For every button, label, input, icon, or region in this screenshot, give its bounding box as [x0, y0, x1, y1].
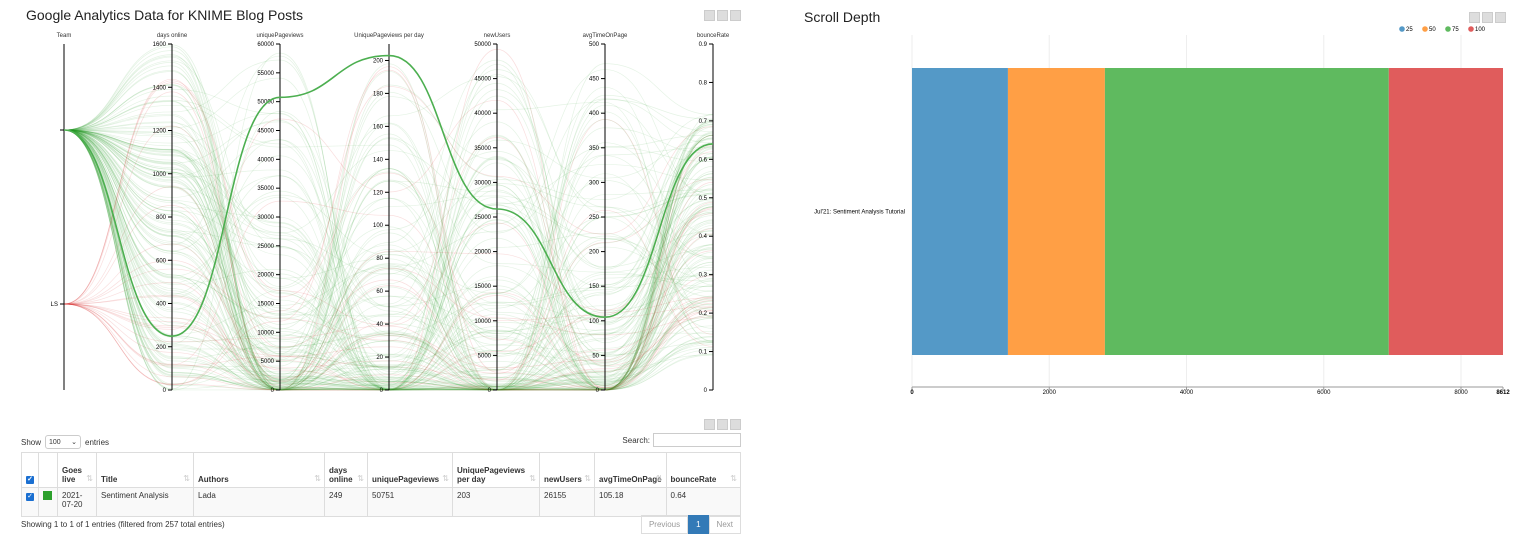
- bar-segment-25: [912, 68, 1008, 355]
- table-controls[interactable]: [704, 419, 741, 430]
- column-header[interactable]: bounceRate ⇅: [665, 452, 742, 488]
- legend-label: 100: [1475, 27, 1486, 33]
- column-header[interactable]: UniquePageviews per day ⇅: [452, 452, 540, 488]
- fullscreen-icon[interactable]: [717, 419, 728, 430]
- search-label: Search:: [622, 435, 650, 445]
- bar-segment-50: [1007, 68, 1105, 355]
- column-header[interactable]: Authors ⇅: [193, 452, 325, 488]
- checkbox-checked-icon[interactable]: ✓: [26, 476, 34, 484]
- x-tick-label: 6000: [1317, 390, 1331, 396]
- row-checkbox[interactable]: ✓: [21, 487, 39, 517]
- table-row[interactable]: ✓ 2021-07-20 Sentiment Analysis Lada 249…: [21, 487, 742, 517]
- bar-segment-75: [1104, 68, 1389, 355]
- legend-label: 50: [1429, 27, 1436, 33]
- bar-segment-100: [1388, 68, 1503, 355]
- column-header[interactable]: uniquePageviews ⇅: [367, 452, 453, 488]
- column-header[interactable]: days online ⇅: [324, 452, 368, 488]
- legend-label: 75: [1452, 27, 1459, 33]
- row-color: [38, 487, 58, 517]
- x-tick-label: 8612: [1496, 390, 1510, 396]
- legend-marker: [1399, 26, 1405, 32]
- entries-select[interactable]: 100 ⌄: [45, 435, 82, 449]
- legend-marker: [1422, 26, 1428, 32]
- cell: 249: [324, 487, 368, 517]
- page-1-button[interactable]: 1: [688, 515, 709, 534]
- column-header[interactable]: Title ⇅: [96, 452, 194, 488]
- cell: Sentiment Analysis: [96, 487, 194, 517]
- select-icon[interactable]: [704, 419, 715, 430]
- previous-button[interactable]: Previous: [640, 515, 689, 534]
- cell: 50751: [367, 487, 453, 517]
- x-tick-label: 2000: [1043, 390, 1057, 396]
- legend-label: 25: [1406, 27, 1413, 33]
- select-all-header[interactable]: ✓: [21, 452, 39, 488]
- chevron-down-icon: ⌄: [71, 439, 78, 446]
- x-tick-label: 4000: [1180, 390, 1194, 396]
- next-button[interactable]: Next: [708, 515, 741, 534]
- color-header: [38, 452, 58, 488]
- menu-icon[interactable]: [730, 419, 741, 430]
- pagination: Previous 1 Next: [640, 515, 741, 534]
- category-label: Jul'21: Sentiment Analysis Tutorial: [814, 210, 905, 216]
- table-header: ✓ Goes live ⇅ Title ⇅ Authors ⇅ days online…: [21, 452, 742, 488]
- cell: Lada: [193, 487, 325, 517]
- search-input[interactable]: [653, 433, 741, 447]
- cell: 0.64: [665, 487, 742, 517]
- table-info: Showing 1 to 1 of 1 entries (filtered fr…: [21, 520, 225, 529]
- column-header[interactable]: avgTimeOnPage ⇅: [594, 452, 667, 488]
- legend-marker: [1468, 26, 1474, 32]
- show-label: Show: [21, 437, 42, 447]
- cell: 203: [452, 487, 540, 517]
- cell: 26155: [539, 487, 595, 517]
- x-tick-label: 8000: [1454, 390, 1468, 396]
- color-swatch: [43, 491, 52, 500]
- checkbox-checked-icon[interactable]: ✓: [26, 493, 34, 501]
- cell: 105.18: [594, 487, 667, 517]
- column-header[interactable]: Goes live ⇅: [57, 452, 97, 488]
- cell: 2021-07-20: [57, 487, 97, 517]
- scroll-depth-chart: 0 2000 4000 6000 8000 8612 Jul'21: Sentiment A…: [814, 26, 1510, 396]
- x-tick-label: 0: [910, 390, 914, 396]
- entries-label: entries: [85, 437, 110, 447]
- legend-marker: [1445, 26, 1451, 32]
- column-header[interactable]: newUsers ⇅: [539, 452, 595, 488]
- entries-value: 100: [49, 438, 61, 446]
